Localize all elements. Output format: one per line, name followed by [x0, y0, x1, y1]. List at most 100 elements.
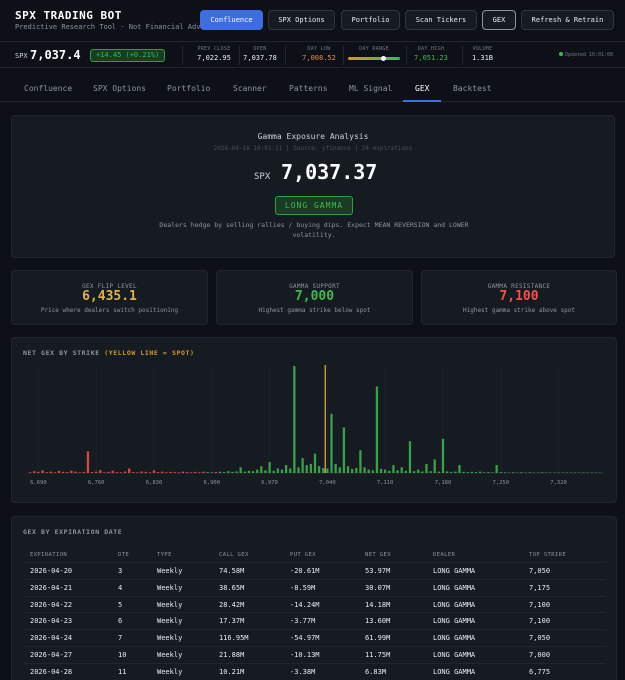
gex-bar [454, 471, 457, 473]
table-cell: 2026-04-20 [30, 567, 73, 575]
gex-bar [136, 472, 139, 473]
gex-bar [540, 472, 544, 473]
gex-bar [503, 472, 507, 473]
table-cell: 7,100 [529, 617, 551, 626]
gex-bar [161, 471, 164, 473]
divider [182, 46, 183, 65]
table-cell: 17.37M [219, 617, 245, 626]
gex-bar [227, 471, 230, 473]
gex-bar [82, 471, 85, 473]
gex-flip-card: GEX FLIP LEVEL 6,435.1 Price where deale… [11, 270, 208, 325]
nav-confluence-button[interactable]: Confluence [200, 10, 263, 30]
table-cell: Weekly [157, 634, 183, 643]
tab-confluence[interactable]: Confluence [24, 84, 72, 93]
table-cell: 6 [118, 617, 123, 626]
gamma-support-card: GAMMA SUPPORT 7,000 Highest gamma strike… [216, 270, 413, 325]
tab-portfolio[interactable]: Portfolio [167, 84, 210, 93]
ticker-symbol: SPX [15, 52, 28, 60]
stat-label: PREV CLOSE [197, 46, 231, 52]
table-cell: 2026-04-27 [30, 650, 73, 659]
gex-bar [103, 472, 106, 473]
gex-bar [33, 471, 36, 473]
x-tick-label: 7,250 [493, 480, 510, 486]
table-cell: Weekly [157, 617, 183, 626]
table-cell: 5 [118, 600, 123, 609]
tab-ml-signal[interactable]: ML Signal [349, 84, 392, 93]
stat-value: 7,037.78 [243, 54, 277, 62]
gex-bar [462, 471, 465, 473]
x-tick-label: 6,830 [146, 480, 163, 486]
table-cell: 30.07M [365, 583, 391, 592]
table-cell: Weekly [157, 650, 183, 659]
gex-bar [367, 469, 370, 473]
gex-bar [346, 466, 350, 473]
table-cell: Weekly [157, 600, 183, 609]
gex-bar [202, 471, 205, 473]
gex-bar [272, 470, 275, 473]
table-cell: Weekly [157, 583, 183, 592]
table-cell: -14.24M [290, 600, 320, 609]
table-cell: 11.75M [365, 650, 391, 659]
stat-label: DAY HIGH [417, 46, 445, 52]
tab-backtest[interactable]: Backtest [453, 84, 492, 93]
table-cell: LONG GAMMA [433, 667, 476, 676]
x-tick-label: 7,320 [550, 480, 567, 486]
stat-value: 1.31B [471, 54, 494, 62]
nav-spx-options-button[interactable]: SPX Options [268, 10, 335, 30]
gex-bar [330, 413, 333, 473]
gex-bar [326, 468, 329, 473]
table-cell: LONG GAMMA [433, 600, 476, 609]
table-cell: Weekly [157, 667, 183, 676]
app-title: SPX TRADING BOT [15, 9, 122, 22]
table-cell: -10.13M [290, 650, 320, 659]
table-cell: 3 [118, 567, 123, 575]
stat-open: OPEN 7,037.78 [240, 46, 280, 62]
stat-day-range: DAY RANGE [348, 46, 400, 52]
tab-spx-options[interactable]: SPX Options [93, 84, 146, 93]
gex-bar [169, 471, 172, 473]
gex-bar [289, 468, 292, 473]
stat-label: VOLUME [472, 46, 493, 52]
gex-bar [181, 471, 185, 473]
table-cell: 74.58M [219, 567, 245, 575]
refresh-retrain-button[interactable]: Refresh & Retrain [521, 10, 614, 30]
table-cell: 21.88M [219, 650, 245, 659]
gex-bar [152, 470, 156, 473]
gex-bar [107, 471, 110, 473]
nav-gex-button[interactable]: GEX [482, 10, 516, 30]
net-gex-chart: 6,690 6,760 6,830 6,900 6,970 7,040 7,110 7,180… [26, 365, 604, 486]
gex-bar [499, 472, 502, 473]
table-cell: 7,050 [529, 634, 551, 643]
table-cell: -20.61M [290, 567, 320, 575]
gex-bar [62, 471, 65, 473]
stat-value: 7,051.23 [414, 54, 448, 62]
gex-bar [433, 459, 436, 473]
table-row: 2026-04-28 11 Weekly 10.21M -3.38M 6.83M LONG … [23, 664, 606, 680]
gex-bar [421, 471, 424, 473]
gex-bar [404, 470, 407, 473]
gex-bar [218, 471, 222, 473]
gex-bar [512, 472, 515, 473]
tab-patterns[interactable]: Patterns [289, 84, 328, 93]
column-header: EXPIRATION [30, 552, 68, 558]
nav-portfolio-button[interactable]: Portfolio [341, 10, 400, 30]
table-cell: -3.77M [290, 617, 316, 626]
x-tick-label: 7,180 [435, 480, 452, 486]
tab-scanner[interactable]: Scanner [233, 84, 267, 93]
table-cell: -3.38M [290, 667, 316, 676]
table-cell: 38.65M [219, 583, 245, 592]
gex-bar [371, 470, 374, 473]
table-cell: 4 [118, 583, 123, 592]
gex-bar [313, 453, 317, 473]
table-cell: 11 [118, 667, 127, 676]
gex-bar [429, 471, 432, 473]
gex-bar [351, 468, 354, 473]
table-cell: 2026-04-24 [30, 634, 73, 643]
table-cell: 7,100 [529, 600, 551, 609]
table-cell: 2026-04-22 [30, 600, 73, 609]
gex-bar [86, 451, 90, 473]
stat-value: 7,022.95 [197, 54, 231, 62]
table-cell: 10.21M [219, 667, 245, 676]
nav-scan-tickers-button[interactable]: Scan Tickers [405, 10, 477, 30]
tab-gex[interactable]: GEX [415, 84, 429, 93]
